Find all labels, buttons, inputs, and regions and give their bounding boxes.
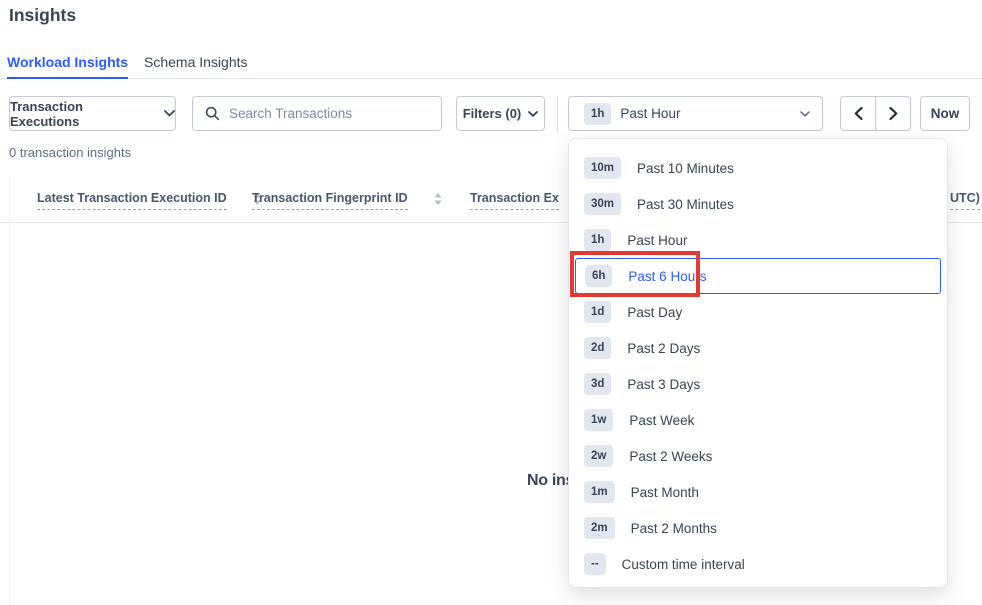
time-option-past-2-days[interactable]: 2d Past 2 Days xyxy=(569,330,947,366)
time-prev-button[interactable] xyxy=(840,96,876,131)
time-next-button[interactable] xyxy=(875,96,911,131)
time-option-past-3-days[interactable]: 3d Past 3 Days xyxy=(569,366,947,402)
now-button[interactable]: Now xyxy=(920,96,970,131)
chevron-right-icon xyxy=(889,107,898,120)
time-option-past-hour[interactable]: 1h Past Hour xyxy=(569,222,947,258)
page-title: Insights xyxy=(9,5,76,26)
tab-bar: Workload Insights Schema Insights xyxy=(0,46,982,79)
search-input[interactable] xyxy=(229,106,429,121)
time-option-past-2-weeks[interactable]: 2w Past 2 Weeks xyxy=(569,438,947,474)
column-header-transaction-fingerprint-id[interactable]: Transaction Fingerprint ID xyxy=(252,191,442,210)
time-interval-badge: 1h xyxy=(584,103,611,125)
time-option-past-week[interactable]: 1w Past Week xyxy=(569,402,947,438)
transaction-type-label: Transaction Executions xyxy=(10,99,155,129)
time-option-past-month[interactable]: 1m Past Month xyxy=(569,474,947,510)
column-header-transaction-execution[interactable]: Transaction Ex xyxy=(470,191,559,210)
column-header-start-time-utc[interactable]: UTC) xyxy=(950,191,980,210)
toolbar-divider xyxy=(557,96,558,131)
insights-page: Insights Workload Insights Schema Insigh… xyxy=(0,0,982,605)
chevron-down-icon xyxy=(528,111,538,117)
time-option-custom-interval[interactable]: -- Custom time interval xyxy=(569,546,947,582)
time-option-past-2-months[interactable]: 2m Past 2 Months xyxy=(569,510,947,546)
chevron-down-icon xyxy=(164,110,175,117)
search-transactions-field[interactable] xyxy=(192,96,442,131)
search-icon xyxy=(205,106,220,121)
time-interval-dropdown: 10m Past 10 Minutes 30m Past 30 Minutes … xyxy=(568,138,948,588)
time-option-past-30-minutes[interactable]: 30m Past 30 Minutes xyxy=(569,186,947,222)
chevron-left-icon xyxy=(854,107,863,120)
tab-workload-insights[interactable]: Workload Insights xyxy=(7,45,128,78)
sort-icon[interactable] xyxy=(434,193,442,205)
column-header-latest-transaction-execution-id[interactable]: Latest Transaction Execution ID xyxy=(37,191,261,210)
time-interval-value: Past Hour xyxy=(620,106,680,121)
time-option-past-6-hours[interactable]: 6h Past 6 Hours xyxy=(575,258,941,294)
time-interval-select[interactable]: 1h Past Hour xyxy=(568,96,823,131)
time-option-past-10-minutes[interactable]: 10m Past 10 Minutes xyxy=(569,150,947,186)
filters-button[interactable]: Filters (0) xyxy=(456,96,545,131)
tab-schema-insights[interactable]: Schema Insights xyxy=(144,45,248,78)
insights-count: 0 transaction insights xyxy=(9,145,131,160)
time-option-past-day[interactable]: 1d Past Day xyxy=(569,294,947,330)
transaction-type-select[interactable]: Transaction Executions xyxy=(9,96,176,131)
chevron-down-icon xyxy=(800,111,810,117)
filters-label: Filters (0) xyxy=(463,106,522,121)
